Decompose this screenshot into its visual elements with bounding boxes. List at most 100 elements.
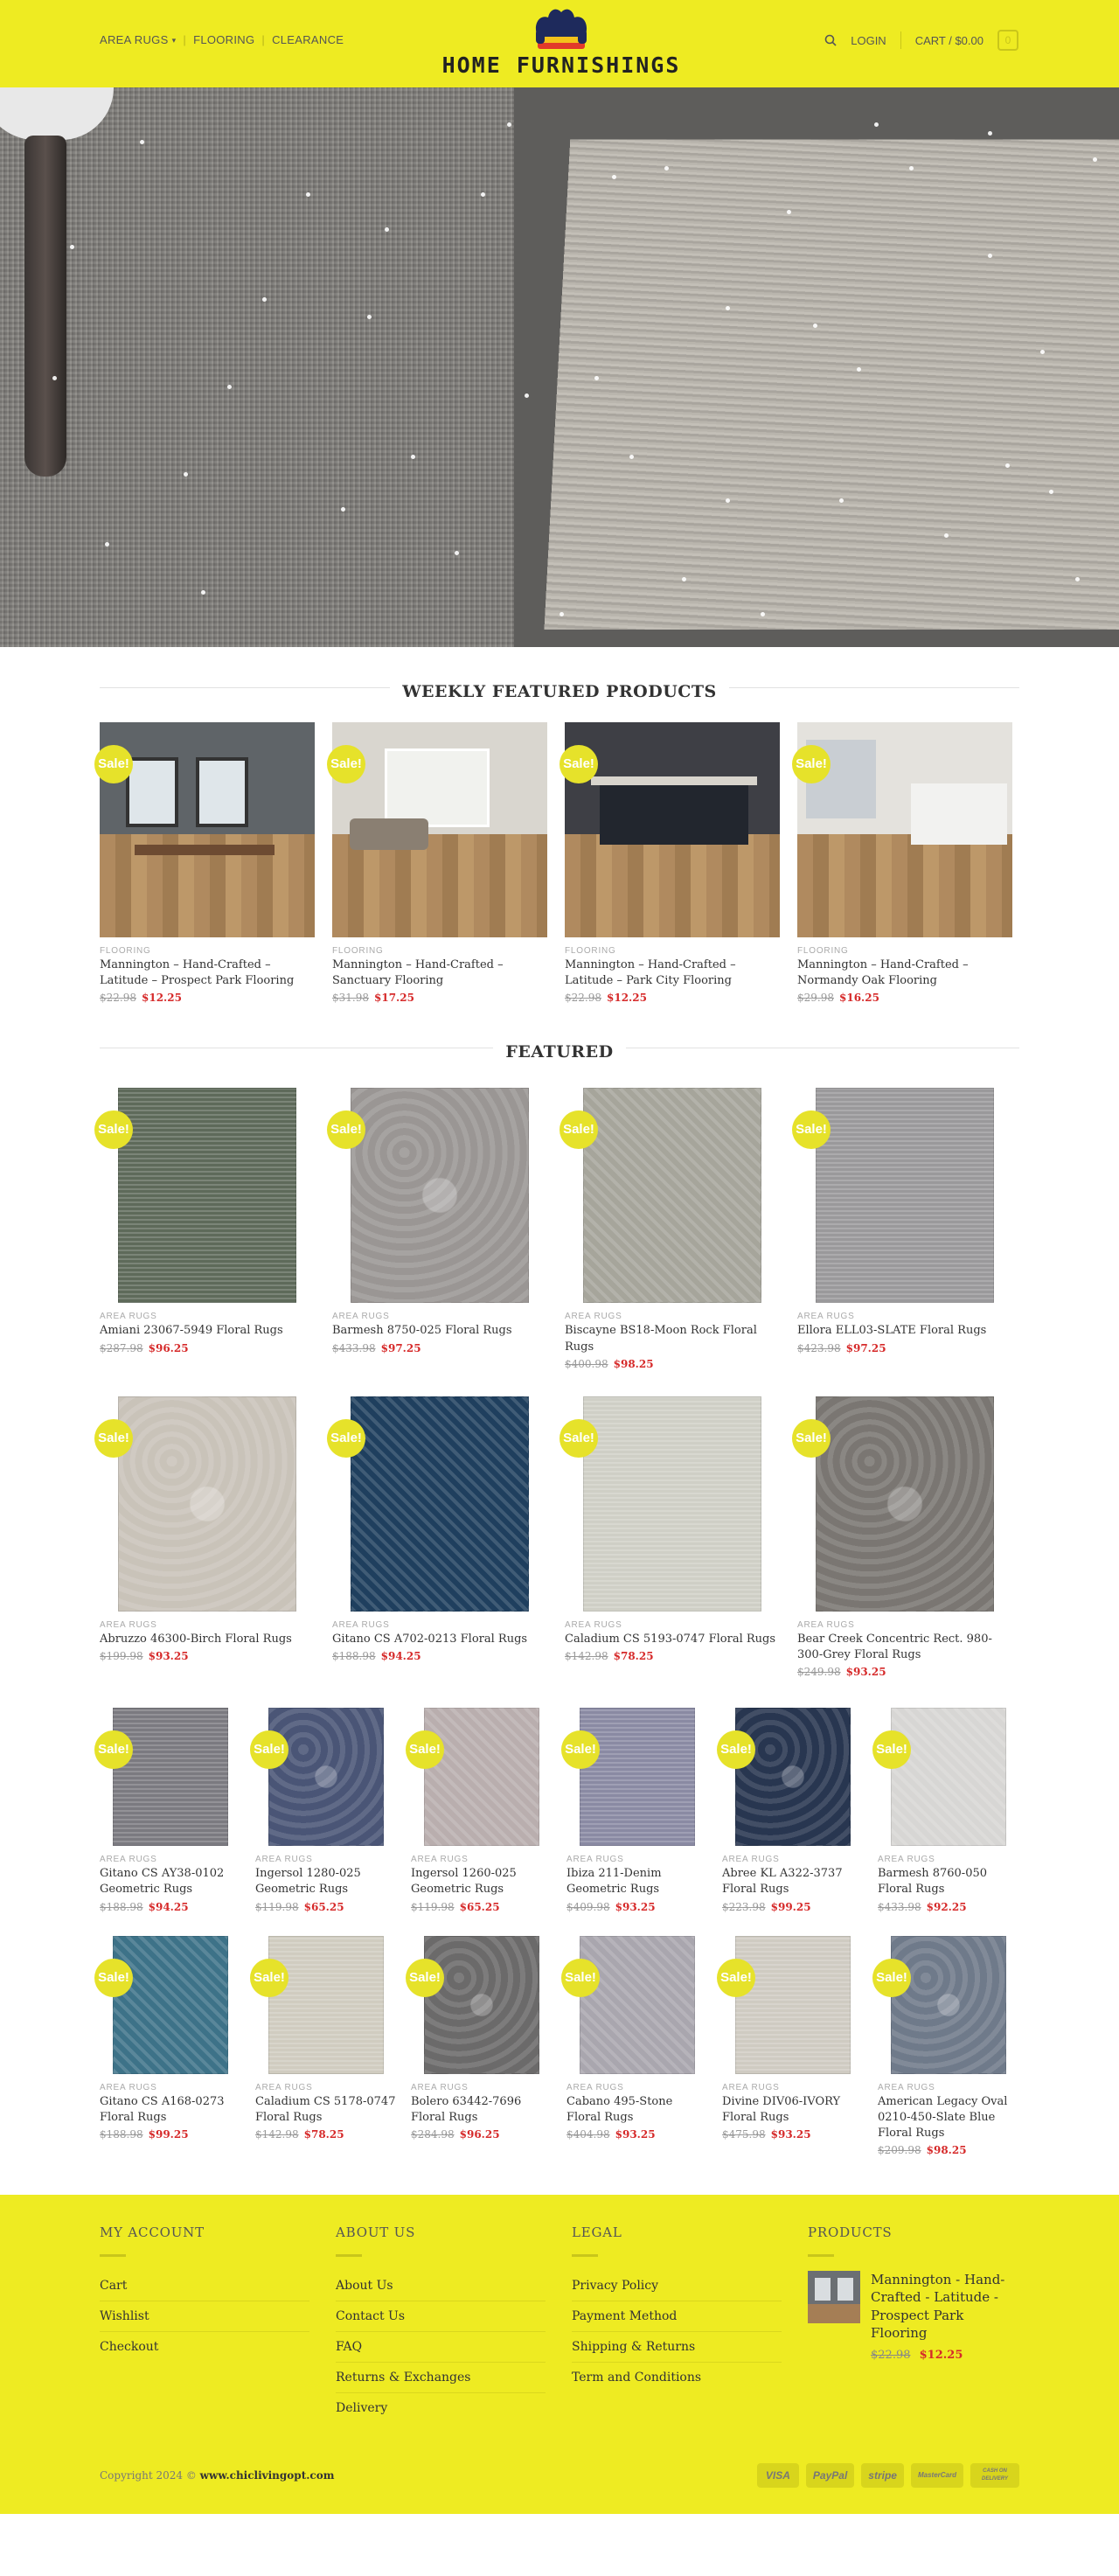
rug-image[interactable] — [351, 1088, 529, 1304]
product-title[interactable]: Mannington – Hand-Crafted – Sanctuary Fl… — [332, 957, 547, 989]
product-image[interactable] — [100, 1708, 241, 1847]
footer-link-faq[interactable]: FAQ — [336, 2332, 546, 2364]
product-title[interactable]: Bolero 63442-7696 Floral Rugs — [411, 2094, 553, 2126]
product-category[interactable]: AREA RUGS — [566, 1855, 708, 1864]
product-title[interactable]: Ellora ELL03-SLATE Floral Rugs — [797, 1323, 1012, 1339]
product-image[interactable] — [332, 1396, 547, 1612]
product-title[interactable]: Divine DIV06-IVORY Floral Rugs — [722, 2094, 864, 2126]
rug-image[interactable] — [816, 1396, 994, 1612]
product-image-wrap[interactable]: Sale! — [406, 1708, 553, 1847]
product-image-wrap[interactable]: Sale! — [327, 1396, 547, 1612]
product-image[interactable] — [100, 1088, 315, 1304]
nav-clearance[interactable]: CLEARANCE — [272, 33, 344, 46]
rug-image[interactable] — [424, 1935, 539, 2074]
product-card[interactable]: Sale! FLOORING Mannington – Hand-Crafted –… — [327, 722, 547, 1004]
product-card[interactable]: Sale! AREA RUGS Bear Creek Concentric Rect… — [792, 1396, 1012, 1678]
cart-count-badge[interactable]: 0 — [997, 30, 1018, 51]
rug-image[interactable] — [424, 1708, 539, 1847]
product-image[interactable] — [797, 1396, 1012, 1612]
product-image-wrap[interactable]: Sale! — [872, 1708, 1019, 1847]
product-card[interactable]: Sale! AREA RUGS Biscayne BS18-Moon Rock Fl… — [560, 1088, 780, 1370]
product-title[interactable]: Biscayne BS18-Moon Rock Floral Rugs — [565, 1323, 780, 1354]
product-card[interactable]: Sale! FLOORING Mannington – Hand-Crafted –… — [94, 722, 315, 1004]
product-image[interactable] — [722, 1708, 864, 1847]
product-image[interactable] — [797, 1088, 1012, 1304]
product-category[interactable]: AREA RUGS — [255, 1855, 397, 1864]
product-category[interactable]: AREA RUGS — [565, 1620, 780, 1630]
product-image[interactable] — [332, 1088, 547, 1304]
login-link[interactable]: LOGIN — [851, 34, 886, 47]
rug-image[interactable] — [891, 1708, 1006, 1847]
product-title[interactable]: Barmesh 8760-050 Floral Rugs — [878, 1866, 1019, 1897]
footer-product-thumbnail[interactable] — [808, 2271, 860, 2324]
product-category[interactable]: AREA RUGS — [722, 1855, 864, 1864]
product-category[interactable]: FLOORING — [565, 946, 780, 956]
rug-image[interactable] — [580, 1708, 695, 1847]
product-title[interactable]: Caladium CS 5193-0747 Floral Rugs — [565, 1632, 780, 1647]
rug-image[interactable] — [580, 1935, 695, 2074]
nav-area-rugs[interactable]: AREA RUGS — [100, 33, 169, 46]
product-image[interactable] — [566, 1708, 708, 1847]
rug-image[interactable] — [891, 1935, 1006, 2074]
product-category[interactable]: FLOORING — [332, 946, 547, 956]
product-image-wrap[interactable]: Sale! — [561, 1935, 708, 2074]
product-image[interactable] — [565, 722, 780, 937]
product-card[interactable]: Sale! FLOORING Mannington – Hand-Crafted –… — [792, 722, 1012, 1004]
site-logo[interactable]: HOME FURNISHINGS — [404, 7, 719, 78]
product-card[interactable]: Sale! AREA RUGS Gitano CS A168-0273 Floral… — [94, 1935, 241, 2157]
rug-image[interactable] — [583, 1088, 761, 1304]
product-image-wrap[interactable]: Sale! — [560, 722, 780, 937]
rug-image[interactable] — [113, 1708, 228, 1847]
footer-link-terms[interactable]: Term and Conditions — [572, 2363, 782, 2392]
cart-link[interactable]: CART / $0.00 — [915, 34, 983, 47]
rug-image[interactable] — [735, 1935, 851, 2074]
product-image[interactable] — [411, 1708, 553, 1847]
product-card[interactable]: Sale! AREA RUGS Barmesh 8760-050 Floral Ru… — [872, 1708, 1019, 1913]
product-category[interactable]: AREA RUGS — [722, 2083, 864, 2092]
rug-image[interactable] — [735, 1708, 851, 1847]
product-card[interactable]: Sale! AREA RUGS Abree KL A322-3737 Floral … — [717, 1708, 864, 1913]
product-image-wrap[interactable]: Sale! — [250, 1708, 397, 1847]
product-category[interactable]: AREA RUGS — [332, 1620, 547, 1630]
product-title[interactable]: Gitano CS A702-0213 Floral Rugs — [332, 1632, 547, 1647]
product-category[interactable]: FLOORING — [797, 946, 1012, 956]
rug-image[interactable] — [113, 1935, 228, 2074]
product-image[interactable] — [566, 1935, 708, 2074]
rug-image[interactable] — [583, 1396, 761, 1612]
footer-link-cart[interactable]: Cart — [100, 2271, 309, 2302]
product-image-wrap[interactable]: Sale! — [94, 1708, 241, 1847]
product-title[interactable]: Mannington – Hand-Crafted – Normandy Oak… — [797, 957, 1012, 989]
product-category[interactable]: AREA RUGS — [100, 2083, 241, 2092]
product-card[interactable]: Sale! AREA RUGS Ellora ELL03-SLATE Floral … — [792, 1088, 1012, 1369]
product-image[interactable] — [878, 1708, 1019, 1847]
footer-link-checkout[interactable]: Checkout — [100, 2332, 309, 2362]
product-image-wrap[interactable]: Sale! — [792, 722, 1012, 937]
product-image-wrap[interactable]: Sale! — [872, 1935, 1019, 2074]
product-image[interactable] — [100, 722, 315, 937]
product-image-wrap[interactable]: Sale! — [94, 722, 315, 937]
product-image-wrap[interactable]: Sale! — [560, 1396, 780, 1612]
product-image[interactable] — [797, 722, 1012, 937]
product-image[interactable] — [722, 1935, 864, 2074]
product-title[interactable]: Ibiza 211-Denim Geometric Rugs — [566, 1866, 708, 1897]
product-image[interactable] — [565, 1088, 780, 1304]
product-card[interactable]: Sale! AREA RUGS Gitano CS A702-0213 Floral… — [327, 1396, 547, 1678]
product-title[interactable]: Amiani 23067-5949 Floral Rugs — [100, 1323, 315, 1339]
rug-image[interactable] — [351, 1396, 529, 1612]
footer-product-item[interactable]: Mannington - Hand-Crafted - Latitude - P… — [808, 2271, 1018, 2362]
footer-link-about[interactable]: About Us — [336, 2271, 546, 2302]
product-title[interactable]: Gitano CS AY38-0102 Geometric Rugs — [100, 1866, 241, 1897]
footer-link-privacy[interactable]: Privacy Policy — [572, 2271, 782, 2302]
product-category[interactable]: AREA RUGS — [878, 1855, 1019, 1864]
product-category[interactable]: AREA RUGS — [878, 2083, 1019, 2092]
footer-product-name[interactable]: Mannington - Hand-Crafted - Latitude - P… — [871, 2271, 1018, 2342]
product-title[interactable]: Bear Creek Concentric Rect. 980-300-Grey… — [797, 1632, 1012, 1663]
product-card[interactable]: Sale! AREA RUGS Bolero 63442-7696 Floral R… — [406, 1935, 553, 2157]
footer-link-wishlist[interactable]: Wishlist — [100, 2301, 309, 2333]
product-image[interactable] — [255, 1935, 397, 2074]
product-title[interactable]: Mannington – Hand-Crafted – Latitude – P… — [100, 957, 315, 989]
product-title[interactable]: Mannington – Hand-Crafted – Latitude – P… — [565, 957, 780, 989]
product-card[interactable]: Sale! AREA RUGS Gitano CS AY38-0102 Geomet… — [94, 1708, 241, 1913]
product-image[interactable] — [100, 1935, 241, 2074]
product-image-wrap[interactable]: Sale! — [560, 1088, 780, 1304]
